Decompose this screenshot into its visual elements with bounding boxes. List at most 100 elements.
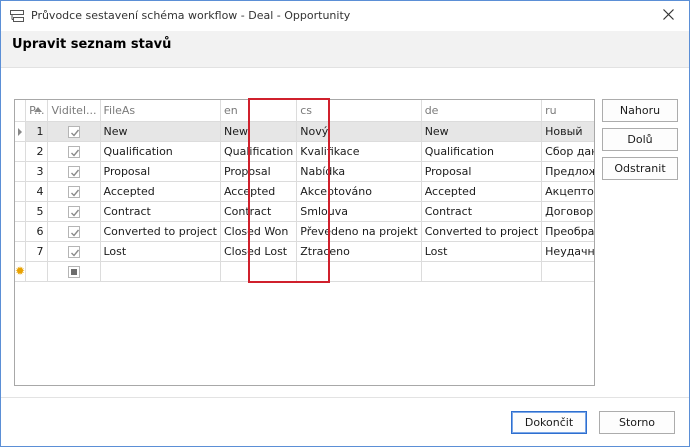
cell-fileas[interactable]: Converted to project (100, 221, 221, 242)
visible-checkbox[interactable] (67, 205, 80, 218)
cell-en[interactable]: Contract (220, 201, 298, 222)
cell-ru[interactable]: Неудачный (541, 241, 594, 262)
column-header-order[interactable]: P... (25, 100, 49, 122)
cell-fileas[interactable]: Proposal (100, 161, 221, 182)
close-button[interactable] (651, 3, 685, 29)
cell-order[interactable]: 7 (25, 241, 49, 262)
column-header-cs[interactable]: cs (296, 100, 422, 122)
cell-en[interactable]: New (220, 121, 298, 142)
visible-checkbox[interactable] (67, 165, 80, 178)
cell-ru[interactable]: Договор (541, 201, 594, 222)
cell-de[interactable]: Contract (421, 201, 543, 222)
cell-order[interactable]: 1 (25, 121, 49, 142)
table-row[interactable]: 7LostClosed LostZtracenoLostНеудачныйZtr… (15, 241, 594, 262)
cell-fileas[interactable]: Accepted (100, 181, 221, 202)
cell-cs[interactable]: Akceptováno (296, 181, 422, 202)
cell-order[interactable]: 5 (25, 201, 49, 222)
visible-checkbox[interactable] (67, 125, 80, 138)
move-up-button[interactable]: Nahoru (602, 99, 678, 122)
move-down-button[interactable]: Dolů (602, 128, 678, 151)
title-bar: Průvodce sestavení schéma workflow - Dea… (1, 1, 689, 31)
cell-cs[interactable]: Nový (296, 121, 422, 142)
new-row-icon: ✹ (15, 263, 26, 278)
row-indicator[interactable] (15, 241, 27, 262)
column-header-de[interactable]: de (421, 100, 543, 122)
wizard-header: Upravit seznam stavů (1, 31, 689, 68)
visible-checkbox[interactable] (67, 225, 80, 238)
row-indicator[interactable] (15, 181, 27, 202)
cell-en[interactable]: Closed Lost (220, 241, 298, 262)
visible-checkbox[interactable] (67, 185, 80, 198)
cell-en[interactable]: Accepted (220, 181, 298, 202)
cell-cs[interactable]: Smlouva (296, 201, 422, 222)
row-indicator[interactable] (15, 121, 27, 142)
cell-de[interactable]: Converted to project (421, 221, 543, 242)
table-row[interactable]: 6 Converted to project Closed Won Převedeno… (15, 221, 594, 242)
cell-de[interactable]: Lost (421, 241, 543, 262)
finish-button[interactable]: Dokončit (511, 411, 587, 434)
cell-de[interactable]: Accepted (421, 181, 543, 202)
cell-order[interactable] (25, 261, 49, 282)
footer-separator (1, 397, 689, 398)
cell-de[interactable] (421, 261, 543, 282)
cell-cs[interactable]: Kvalifikace (296, 141, 422, 162)
cell-en[interactable]: Proposal (220, 161, 298, 182)
cell-ru[interactable]: Предложение (541, 161, 594, 182)
table-row[interactable]: 2 Qualification Qualification Kvalifikace Qu… (15, 141, 594, 162)
cell-ru[interactable]: Преобразовано (541, 221, 594, 242)
visible-checkbox[interactable] (67, 245, 80, 258)
workflow-icon (10, 10, 24, 22)
cell-en[interactable]: Qualification (220, 141, 298, 162)
cell-en[interactable]: Closed Won (220, 221, 298, 242)
table-row[interactable]: 3ProposalProposalNabídkaProposalПредложе… (15, 161, 594, 182)
status-grid[interactable]: P... Viditel... FileAs en cs de ru sk no… (14, 99, 595, 386)
table-row[interactable]: 5ContractContractSmlouvaContractДоговорZ… (15, 201, 594, 222)
cell-visible (47, 221, 101, 242)
cancel-button[interactable]: Storno (599, 411, 675, 434)
cell-ru[interactable]: Сбор данных (541, 141, 594, 162)
cell-fileas[interactable]: Lost (100, 241, 221, 262)
cell-de[interactable]: Qualification (421, 141, 543, 162)
cell-cs[interactable]: Převedeno na projekt (296, 221, 422, 242)
table-row[interactable]: 4 Accepted Accepted Akceptováno Accepted Акце… (15, 181, 594, 202)
cell-en[interactable] (220, 261, 298, 282)
column-header-visible[interactable]: Viditel... (47, 100, 101, 122)
cell-ru[interactable]: Акцептовано (541, 181, 594, 202)
cell-cs[interactable]: Ztraceno (296, 241, 422, 262)
cell-cs[interactable] (296, 261, 422, 282)
table-row[interactable]: 1NewNewNovýNewНовыйNovýNy (15, 121, 594, 142)
cell-de[interactable]: New (421, 121, 543, 142)
cell-visible (47, 241, 101, 262)
cell-order[interactable]: 2 (25, 141, 49, 162)
row-indicator[interactable] (15, 161, 27, 182)
cell-order[interactable]: 4 (25, 181, 49, 202)
row-indicator[interactable]: ✹ (15, 261, 27, 282)
cell-fileas[interactable]: Contract (100, 201, 221, 222)
cell-ru[interactable] (541, 261, 594, 282)
cell-fileas[interactable] (100, 261, 221, 282)
visible-checkbox[interactable] (67, 145, 80, 158)
cell-visible (47, 141, 101, 162)
remove-button[interactable]: Odstranit (602, 157, 678, 180)
cell-visible (47, 121, 101, 142)
cell-de[interactable]: Proposal (421, 161, 543, 182)
new-row[interactable]: ✹ (15, 261, 594, 282)
cell-order[interactable]: 3 (25, 161, 49, 182)
row-indicator-header (15, 100, 27, 122)
window-title: Průvodce sestavení schéma workflow - Dea… (31, 9, 351, 22)
cell-fileas[interactable]: Qualification (100, 141, 221, 162)
column-header-en[interactable]: en (220, 100, 298, 122)
column-header-ru[interactable]: ru (541, 100, 594, 122)
cell-cs[interactable]: Nabídka (296, 161, 422, 182)
cell-fileas[interactable]: New (100, 121, 221, 142)
cell-visible (47, 161, 101, 182)
cell-visible (47, 181, 101, 202)
row-indicator[interactable] (15, 221, 27, 242)
cell-order[interactable]: 6 (25, 221, 49, 242)
visible-checkbox-indeterminate[interactable] (67, 265, 80, 278)
grid-header-row: P... Viditel... FileAs en cs de ru sk no (15, 100, 594, 122)
cell-ru[interactable]: Новый (541, 121, 594, 142)
column-header-fileas[interactable]: FileAs (100, 100, 221, 122)
row-indicator[interactable] (15, 141, 27, 162)
row-indicator[interactable] (15, 201, 27, 222)
